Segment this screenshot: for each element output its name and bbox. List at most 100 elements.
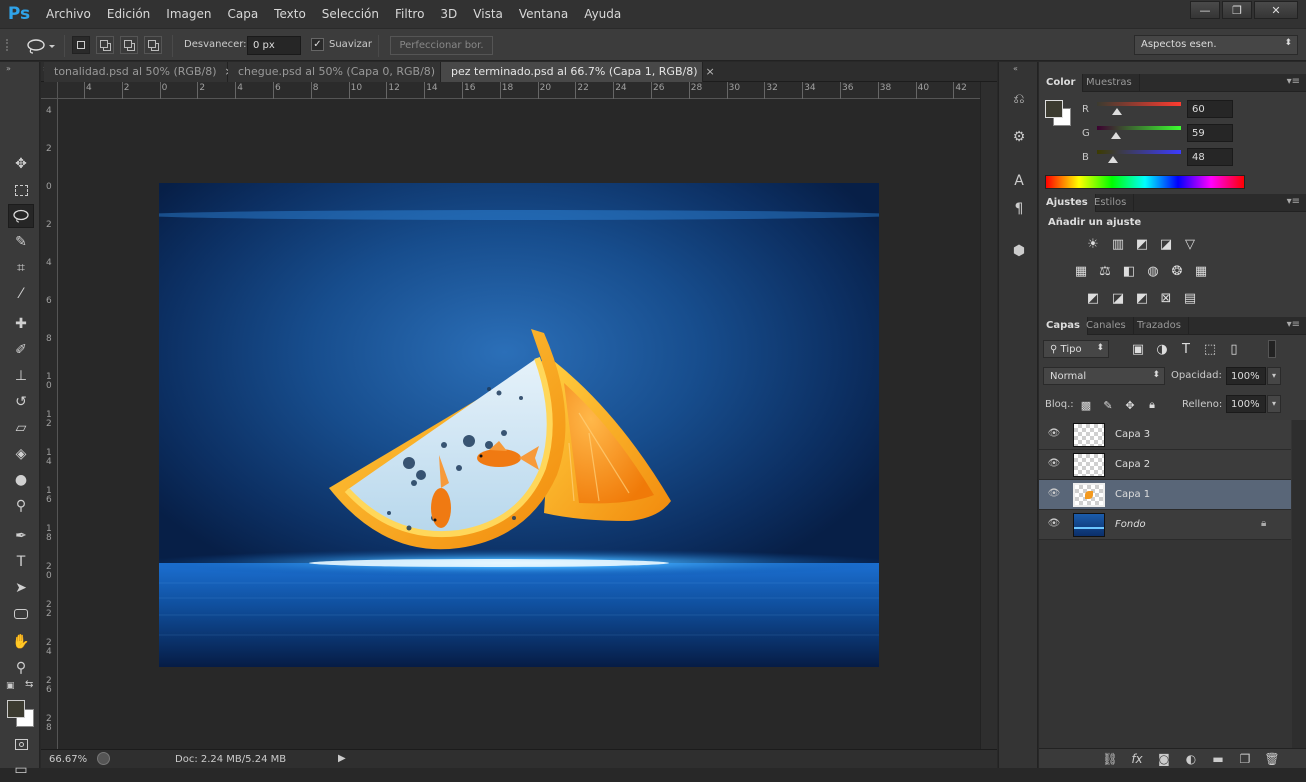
panel-menu-icon[interactable]: ▾≡ (1287, 196, 1300, 207)
layer-filter-select[interactable]: ⚲ Tipo ⬍ (1043, 340, 1109, 358)
slider-g-track[interactable] (1097, 126, 1181, 130)
menu-ventana[interactable]: Ventana (511, 0, 576, 28)
menu-archivo[interactable]: Archivo (38, 0, 99, 28)
slider-r-thumb[interactable] (1112, 108, 1122, 115)
marquee-tool-icon[interactable] (8, 178, 34, 202)
tab-chegue[interactable]: chegue.psd al 50% (Capa 0, RGB/8)× (228, 62, 452, 82)
tab-muestras[interactable]: Muestras (1079, 74, 1140, 92)
invert-icon[interactable]: ◩ (1084, 290, 1102, 306)
new-selection-button[interactable] (72, 36, 90, 54)
filter-smart-object-icon[interactable]: ▯ (1225, 341, 1243, 357)
opacity-input[interactable]: 100% (1226, 367, 1266, 385)
restore-button[interactable]: ❐ (1222, 1, 1252, 19)
status-menu-arrow-icon[interactable]: ▶ (338, 753, 346, 764)
layer-row-capa-2[interactable]: 👁︎ Capa 2 (1039, 450, 1291, 480)
menu-seleccion[interactable]: Selección (314, 0, 387, 28)
ruler-origin[interactable] (41, 82, 58, 99)
minimize-button[interactable]: — (1190, 1, 1220, 19)
delete-layer-icon[interactable]: 🗑︎ (1263, 751, 1281, 767)
filter-shape-icon[interactable]: ⬚ (1201, 341, 1219, 357)
channel-g-value[interactable]: 59 (1187, 124, 1233, 142)
channel-b-value[interactable]: 48 (1187, 148, 1233, 166)
hand-tool-icon[interactable]: ✋ (8, 630, 34, 654)
layer-style-fx-icon[interactable]: fx (1128, 751, 1146, 767)
tab-color[interactable]: Color (1039, 74, 1084, 92)
new-group-icon[interactable]: ▬ (1209, 751, 1227, 767)
gradient-map-icon[interactable]: ▤ (1181, 290, 1199, 306)
crop-tool-icon[interactable]: ⌗ (8, 256, 34, 280)
channel-r-value[interactable]: 60 (1187, 100, 1233, 118)
visibility-eye-icon[interactable]: 👁︎ (1047, 518, 1061, 532)
horizontal-ruler[interactable]: 4 2 0 2 4 6 8 10 12 14 16 18 20 22 24 26 28 30 32 34 36 38 40 4… (58, 82, 980, 99)
eraser-tool-icon[interactable]: ▱ (8, 416, 34, 440)
paragraph-panel-icon[interactable]: ¶ (1007, 198, 1031, 220)
zoom-level[interactable]: 66.67% (49, 754, 87, 765)
foreground-color-chip[interactable] (1045, 100, 1063, 118)
visibility-eye-icon[interactable]: 👁︎ (1047, 488, 1061, 502)
color-spectrum-bar[interactable] (1045, 175, 1245, 189)
levels-icon[interactable]: ▥ (1109, 236, 1127, 252)
move-tool-icon[interactable]: ✥ (8, 152, 34, 176)
exposure-icon[interactable]: ◪ (1157, 236, 1175, 252)
zoom-tool-icon[interactable]: ⚲ (8, 656, 34, 680)
layers-scrollbar[interactable] (1292, 420, 1306, 750)
shape-tool-icon[interactable] (8, 602, 34, 626)
tab-tonalidad[interactable]: tonalidad.psd al 50% (RGB/8)× (44, 62, 234, 82)
screen-mode-icon[interactable]: ▭ (8, 758, 34, 782)
quick-mask-icon[interactable] (8, 732, 34, 756)
lock-position-icon[interactable]: ✥ (1121, 397, 1139, 413)
type-tool-icon[interactable]: T (8, 550, 34, 574)
filter-adjustment-icon[interactable]: ◑ (1153, 341, 1171, 357)
tool-preset-picker[interactable] (22, 35, 58, 57)
tab-estilos[interactable]: Estilos (1087, 194, 1135, 212)
antialias-checkbox[interactable]: ✓ (311, 38, 324, 51)
menu-3d[interactable]: 3D (432, 0, 465, 28)
history-brush-tool-icon[interactable]: ↺ (8, 390, 34, 414)
new-adjustment-icon[interactable]: ◐ (1182, 751, 1200, 767)
fill-dropdown-icon[interactable]: ▾ (1267, 395, 1281, 413)
menu-vista[interactable]: Vista (465, 0, 511, 28)
new-layer-icon[interactable]: ❐ (1236, 751, 1254, 767)
menu-imagen[interactable]: Imagen (158, 0, 219, 28)
workspace-select[interactable]: Aspectos esen. ⬍ (1134, 35, 1298, 55)
lock-all-icon[interactable]: 🔒︎ (1143, 397, 1161, 413)
character-panel-icon[interactable]: A (1007, 170, 1031, 192)
menu-edicion[interactable]: Edición (99, 0, 158, 28)
close-tab-icon[interactable]: × (706, 65, 715, 78)
vibrance-icon[interactable]: ▽ (1181, 236, 1199, 252)
tab-pez-terminado[interactable]: pez terminado.psd al 66.7% (Capa 1, RGB/… (441, 62, 715, 82)
curves-icon[interactable]: ◩ (1133, 236, 1151, 252)
slider-b-thumb[interactable] (1108, 156, 1118, 163)
filter-toggle[interactable] (1268, 340, 1276, 358)
add-selection-button[interactable] (96, 36, 114, 54)
posterize-icon[interactable]: ◪ (1109, 290, 1127, 306)
vertical-scrollbar[interactable] (980, 82, 997, 749)
opacity-dropdown-icon[interactable]: ▾ (1267, 367, 1281, 385)
lock-image-icon[interactable]: ✎ (1099, 397, 1117, 413)
layer-row-fondo[interactable]: 👁︎ Fondo 🔒︎ (1039, 510, 1291, 540)
tab-canales[interactable]: Canales (1079, 317, 1134, 335)
quick-selection-tool-icon[interactable]: ✎ (8, 230, 34, 254)
lock-transparent-icon[interactable]: ▩ (1077, 397, 1095, 413)
blur-tool-icon[interactable]: ● (8, 468, 34, 492)
link-layers-icon[interactable]: ⛓︎ (1101, 751, 1119, 767)
menu-texto[interactable]: Texto (266, 0, 314, 28)
properties-panel-icon[interactable]: ⚙ (1007, 126, 1031, 148)
subtract-selection-button[interactable] (120, 36, 138, 54)
default-colors-icon[interactable]: ▣ (6, 681, 15, 691)
filter-pixel-icon[interactable]: ▣ (1129, 341, 1147, 357)
layer-row-capa-3[interactable]: 👁︎ Capa 3 (1039, 420, 1291, 450)
slider-b-track[interactable] (1097, 150, 1181, 154)
3d-panel-icon[interactable]: ⬢ (1007, 240, 1031, 262)
visibility-eye-icon[interactable]: 👁︎ (1047, 428, 1061, 442)
selective-color-icon[interactable]: ⊠ (1157, 290, 1175, 306)
expand-panels-icon[interactable]: « (1013, 64, 1018, 73)
status-info-icon[interactable] (97, 752, 110, 765)
fill-input[interactable]: 100% (1226, 395, 1266, 413)
color-lookup-icon[interactable]: ▦ (1192, 263, 1210, 279)
filter-type-icon[interactable]: T (1177, 341, 1195, 357)
add-mask-icon[interactable]: ◙ (1155, 751, 1173, 767)
refine-edge-button[interactable]: Perfeccionar bor. (390, 36, 493, 55)
collapse-toolbar-icon[interactable]: » (6, 64, 11, 73)
paint-bucket-tool-icon[interactable]: ◈ (8, 442, 34, 466)
